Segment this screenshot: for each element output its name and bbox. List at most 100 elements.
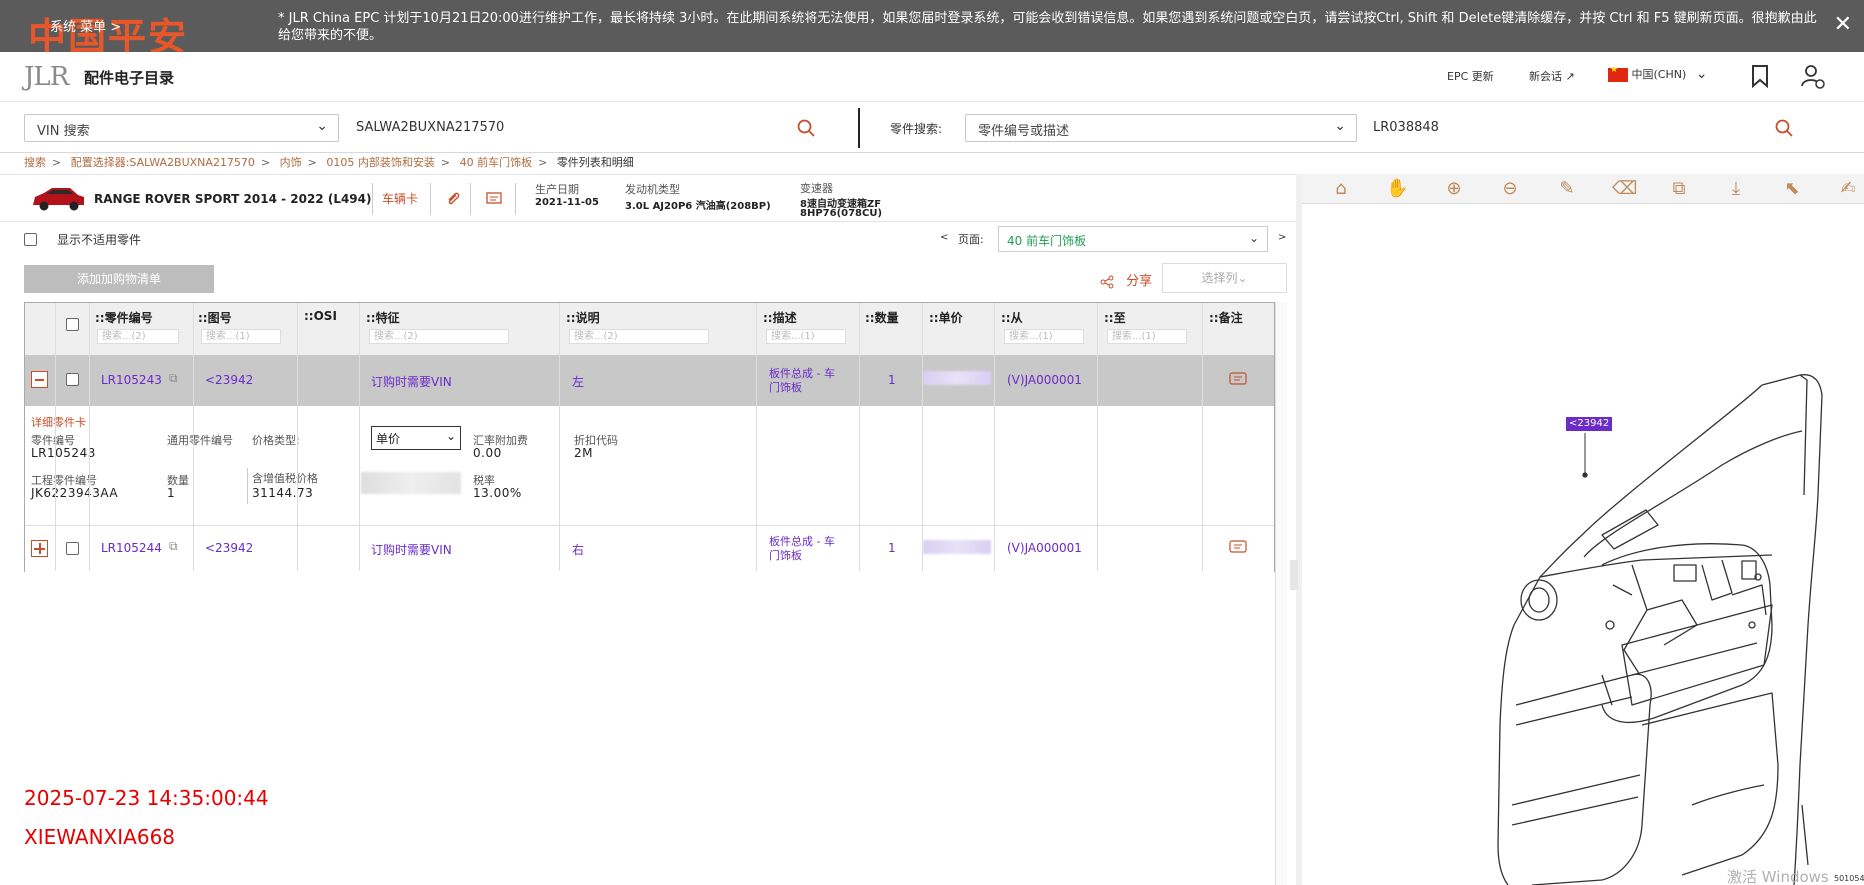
vehicle-card-link[interactable]: 车辆卡 bbox=[382, 190, 418, 207]
unit-price-redacted bbox=[923, 371, 991, 385]
copy-icon[interactable]: ⧉ bbox=[169, 539, 178, 554]
engine-label: 发动机类型 bbox=[625, 183, 680, 196]
select-pointer-icon[interactable]: ⬉ bbox=[1781, 178, 1803, 200]
col-feature[interactable]: ::特征 bbox=[366, 309, 400, 326]
engine-value: 3.0L AJ20P6 汽油高(208BP) bbox=[625, 201, 771, 212]
select-all-checkbox[interactable] bbox=[66, 318, 79, 331]
filter-feature[interactable]: 搜索...(2) bbox=[369, 329, 509, 344]
filter-part-number[interactable]: 搜索...(2) bbox=[97, 329, 179, 344]
transmission-value-2: 8HP76(078CU) bbox=[800, 208, 883, 219]
detail-discount-value: 2M bbox=[574, 446, 593, 460]
figure-link[interactable]: <23942 bbox=[205, 373, 253, 387]
vin-search-icon[interactable] bbox=[797, 119, 815, 137]
filter-description[interactable]: 搜索...(1) bbox=[766, 329, 846, 344]
new-session-link[interactable]: 新会话 ↗ bbox=[1529, 68, 1575, 84]
collapse-row-icon[interactable] bbox=[31, 371, 48, 388]
column-divider bbox=[193, 303, 194, 571]
filter-note[interactable]: 搜索...(2) bbox=[569, 329, 709, 344]
expand-row-icon[interactable] bbox=[31, 540, 48, 557]
column-divider bbox=[756, 303, 757, 571]
price-type-select[interactable]: 单价 ⌄ bbox=[371, 426, 461, 450]
page-next-button[interactable]: > bbox=[1278, 232, 1286, 243]
breadcrumb-config[interactable]: 配置选择器:SALWA2BUXNA217570 bbox=[71, 156, 255, 169]
filter-figure[interactable]: 搜索...(1) bbox=[201, 329, 281, 344]
figure-link[interactable]: <23942 bbox=[205, 541, 253, 555]
eraser-icon[interactable]: ⌫ bbox=[1612, 178, 1637, 200]
search-bar: VIN 搜索 ⌄ SALWA2BUXNA217570 零件搜索: 零件编号或描述… bbox=[0, 103, 1864, 153]
detail-divider bbox=[247, 468, 248, 504]
col-unit-price[interactable]: ::单价 bbox=[929, 309, 963, 326]
row-checkbox[interactable] bbox=[66, 542, 79, 555]
open-new-window-icon[interactable]: ⧉ bbox=[1668, 178, 1690, 200]
from-value: (V)JA000001 bbox=[1007, 373, 1082, 387]
bookmark-icon[interactable] bbox=[1750, 64, 1774, 90]
part-number-link[interactable]: LR105244 bbox=[101, 541, 162, 555]
col-from[interactable]: ::从 bbox=[1001, 309, 1023, 326]
download-icon[interactable]: ⤓ bbox=[1725, 178, 1747, 200]
breadcrumb-current: 零件列表和明细 bbox=[556, 156, 634, 169]
table-scrollbar[interactable] bbox=[1275, 302, 1287, 885]
quantity-value: 1 bbox=[888, 373, 896, 387]
user-account-icon[interactable] bbox=[1800, 64, 1825, 90]
close-banner-icon[interactable]: ✕ bbox=[1834, 12, 1852, 37]
table-row[interactable]: LR105244 ⧉ <23942 订购时需要VIN 右 板件总成 - 车 门饰… bbox=[25, 526, 1274, 572]
chevron-down-icon: ⌄ bbox=[316, 118, 328, 134]
page-prev-button[interactable]: < bbox=[940, 232, 948, 243]
row-checkbox[interactable] bbox=[66, 373, 79, 386]
pan-hand-icon[interactable]: ✋ bbox=[1386, 178, 1408, 200]
feature-link[interactable]: 订购时需要VIN bbox=[371, 373, 452, 390]
part-search-select[interactable]: 零件编号或描述 ⌄ bbox=[965, 114, 1357, 142]
col-quantity[interactable]: ::数量 bbox=[865, 309, 899, 326]
chevron-down-icon: ⌄ bbox=[445, 429, 456, 443]
region-selector[interactable]: 中国(CHN) ⌄ bbox=[1608, 65, 1708, 82]
system-menu[interactable]: 系统 菜单 > bbox=[50, 16, 121, 35]
col-note[interactable]: ::说明 bbox=[566, 309, 600, 326]
col-figure[interactable]: ::图号 bbox=[198, 309, 232, 326]
epc-update-link[interactable]: EPC 更新 bbox=[1447, 68, 1494, 84]
home-icon[interactable]: ⌂ bbox=[1330, 178, 1352, 200]
parts-diagram[interactable]: 激活 Windows 5010540 bbox=[1302, 205, 1864, 885]
col-to[interactable]: ::至 bbox=[1104, 309, 1126, 326]
part-search-input[interactable]: LR038848 bbox=[1373, 120, 1439, 135]
filter-to[interactable]: 搜索...(1) bbox=[1107, 329, 1187, 344]
col-osi[interactable]: ::OSI bbox=[304, 309, 337, 323]
breadcrumb-search[interactable]: 搜索 bbox=[24, 156, 46, 169]
vehicle-divider bbox=[430, 183, 431, 215]
comment-icon[interactable] bbox=[486, 192, 502, 206]
copy-icon[interactable]: ⧉ bbox=[169, 371, 178, 386]
jlr-logo: JLR bbox=[24, 62, 69, 92]
breadcrumb-subgroup[interactable]: 40 前车门饰板 bbox=[460, 156, 533, 169]
show-na-checkbox[interactable] bbox=[24, 233, 37, 246]
detail-title: 详细零件卡 bbox=[31, 416, 86, 429]
detail-price-type-label: 价格类型: bbox=[252, 434, 300, 447]
zoom-out-icon[interactable]: ⊖ bbox=[1499, 178, 1521, 200]
page-select[interactable]: 40 前车门饰板 ⌄ bbox=[998, 226, 1268, 252]
add-to-cart-button[interactable]: 添加加购物清单 bbox=[24, 265, 214, 293]
table-row[interactable]: LR105243 ⧉ <23942 订购时需要VIN 左 板件总成 - 车 门饰… bbox=[25, 356, 1274, 406]
breadcrumb-group[interactable]: 0105 内部装饰和安装 bbox=[326, 156, 435, 169]
remark-icon[interactable] bbox=[1229, 372, 1247, 387]
breadcrumb-interior[interactable]: 内饰 bbox=[280, 156, 302, 169]
search-type-select[interactable]: VIN 搜索 ⌄ bbox=[24, 114, 339, 142]
select-columns-button[interactable]: 选择列⌄ bbox=[1162, 263, 1287, 293]
part-number-link[interactable]: LR105243 bbox=[101, 373, 162, 387]
from-value: (V)JA000001 bbox=[1007, 541, 1082, 555]
pencil-icon[interactable]: ✎ bbox=[1556, 178, 1578, 200]
vin-input[interactable]: SALWA2BUXNA217570 bbox=[356, 120, 504, 135]
search-divider bbox=[858, 108, 860, 148]
col-description[interactable]: ::描述 bbox=[763, 309, 797, 326]
attachment-icon[interactable] bbox=[446, 191, 460, 207]
panel-resize-handle[interactable] bbox=[1290, 560, 1298, 590]
diagram-callout[interactable]: <23942 bbox=[1566, 417, 1613, 431]
feature-link[interactable]: 订购时需要VIN bbox=[371, 541, 452, 558]
col-remarks[interactable]: ::备注 bbox=[1209, 309, 1243, 326]
windows-watermark: 激活 Windows bbox=[1727, 868, 1829, 885]
vehicle-divider bbox=[372, 183, 373, 215]
zoom-in-icon[interactable]: ⊕ bbox=[1443, 178, 1465, 200]
remark-icon[interactable] bbox=[1229, 540, 1247, 555]
filter-from[interactable]: 搜索...(1) bbox=[1004, 329, 1084, 344]
col-part-number[interactable]: ::零件编号 bbox=[95, 309, 153, 326]
edit-icon[interactable]: ✍ bbox=[1837, 178, 1859, 200]
part-search-icon[interactable] bbox=[1775, 119, 1793, 137]
share-button[interactable]: 分享 bbox=[1100, 270, 1152, 289]
